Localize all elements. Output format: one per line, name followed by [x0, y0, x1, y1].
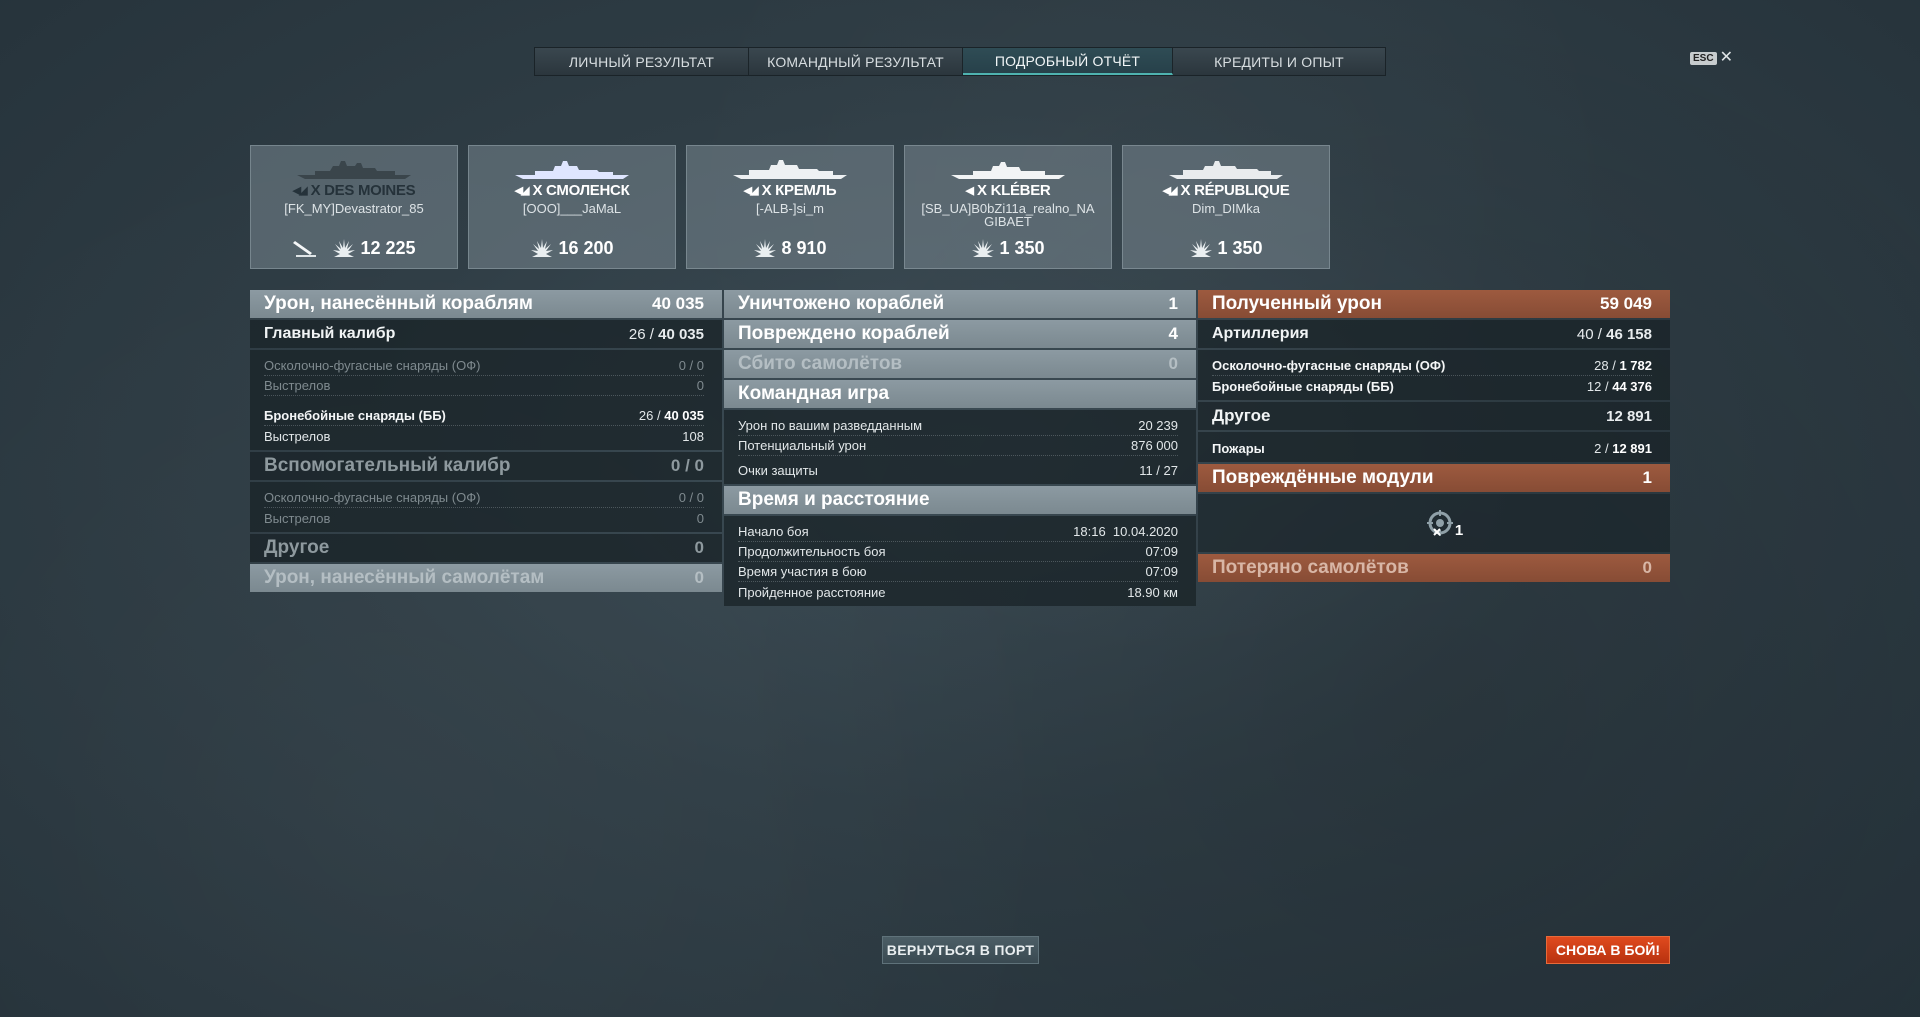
time-distance-details: Начало боя 18:16 10.04.2020 Продолжительн…	[724, 516, 1196, 606]
stat-line: Урон по вашим разведданным 20 239	[738, 416, 1178, 436]
tab-credits-xp[interactable]: КРЕДИТЫ И ОПЫТ	[1173, 48, 1385, 75]
ship-damage: 16 200	[469, 237, 675, 259]
main-battery-details: Осколочно-фугасные снаряды (ОФ) 0 / 0 Выс…	[250, 350, 722, 450]
close-icon: ✕	[1719, 49, 1733, 66]
module-damage-count: 1	[1454, 521, 1464, 539]
stat-line: Осколочно-фугасные снаряды (ОФ) 28 / 1 78…	[1212, 356, 1652, 376]
damage-splash-icon	[972, 239, 995, 257]
ship-card[interactable]: ◀◢ X DES MOINES [FK_MY]Devastrator_85 12…	[250, 145, 458, 269]
player-name: [FK_MY]Devastrator_85	[284, 201, 424, 216]
stat-line: Пожары 2 / 12 891	[1212, 441, 1652, 456]
stat-line: Бронебойные снаряды (ББ) 26 / 40 035	[264, 406, 704, 426]
battle-stats-column: Уничтожено кораблей 1 Повреждено кораблей…	[724, 290, 1196, 608]
time-distance-header: Время и расстояние	[724, 486, 1196, 514]
player-name: [OOO]___JaMaL	[522, 201, 622, 216]
damaged-modules-header: Повреждённые модули 1	[1198, 464, 1670, 492]
ship-damage: 1 350	[905, 237, 1111, 259]
stat-line: Выстрелов 0	[264, 511, 704, 526]
stat-line: Начало боя 18:16 10.04.2020	[738, 522, 1178, 542]
player-name: [-ALB-]si_m	[756, 201, 824, 216]
stat-line: Пройденное расстояние 18.90 км	[738, 585, 1178, 600]
plane-damage-header: Урон, нанесённый самолётам 0	[250, 564, 722, 592]
ship-damage: 12 225	[251, 237, 457, 259]
other-damage-row: Другое 0	[250, 534, 722, 562]
stat-line: Продолжительность боя 07:09	[738, 542, 1178, 562]
ship-name: ◀◢ X DES MOINES	[292, 182, 416, 199]
other-received-details: Пожары 2 / 12 891	[1198, 432, 1670, 462]
secondary-battery-row: Вспомогательный калибр 0 / 0	[250, 452, 722, 480]
return-to-port-button[interactable]: ВЕРНУТЬСЯ В ПОРТ	[882, 936, 1039, 964]
artillery-row: Артиллерия 40 / 46 158	[1198, 320, 1670, 348]
ship-silhouette-icon	[1169, 161, 1283, 179]
damaged-modules-list: 1	[1198, 494, 1670, 552]
cruiser-icon: ◀◢	[292, 185, 308, 197]
ships-destroyed-header: Уничтожено кораблей 1	[724, 290, 1196, 318]
planes-shot-header: Сбито самолётов 0	[724, 350, 1196, 378]
ship-name: ◀ X KLÉBER	[965, 182, 1051, 199]
stat-line: Потенциальный урон 876 000	[738, 436, 1178, 456]
player-name: Dim_DIMka	[1192, 201, 1260, 216]
tab-personal-result[interactable]: ЛИЧНЫЙ РЕЗУЛЬТАТ	[535, 48, 749, 75]
tab-detailed-report[interactable]: ПОДРОБНЫЙ ОТЧЁТ	[963, 48, 1173, 75]
tab-team-result[interactable]: КОМАНДНЫЙ РЕЗУЛЬТАТ	[749, 48, 963, 75]
ship-silhouette-icon	[733, 160, 847, 179]
ship-silhouette-icon	[297, 161, 411, 179]
stat-line: Осколочно-фугасные снаряды (ОФ) 0 / 0	[264, 488, 704, 508]
destroyer-icon: ◀	[965, 185, 975, 197]
main-battery-row: Главный калибр 26 / 40 035	[250, 320, 722, 348]
stat-line: Бронебойные снаряды (ББ) 12 / 44 376	[1212, 379, 1652, 394]
planes-lost-header: Потеряно самолётов 0	[1198, 554, 1670, 582]
ship-card[interactable]: ◀◢ X RÉPUBLIQUE Dim_DIMka 1 350	[1122, 145, 1330, 269]
stat-line: Выстрелов 108	[264, 429, 704, 444]
damage-splash-icon	[1190, 239, 1213, 257]
stat-line: Время участия в бою 07:09	[738, 562, 1178, 582]
received-damage-header: Полученный урон 59 049	[1198, 290, 1670, 318]
damage-received-column: Полученный урон 59 049 Артиллерия 40 / 46…	[1198, 290, 1670, 584]
damage-splash-icon	[754, 239, 777, 257]
player-name: [SB_UA]B0bZi11a_realno_NAGIBAET	[921, 201, 1095, 229]
secondary-details: Осколочно-фугасные снаряды (ОФ) 0 / 0 Выс…	[250, 482, 722, 532]
ships-damaged-header: Повреждено кораблей 4	[724, 320, 1196, 348]
other-received-row: Другое 12 891	[1198, 402, 1670, 430]
close-button[interactable]: ESC ✕	[1690, 50, 1733, 66]
cruiser-icon: ◀◢	[514, 185, 530, 197]
damage-splash-icon	[333, 239, 356, 257]
ship-cards: ◀◢ X DES MOINES [FK_MY]Devastrator_85 12…	[250, 145, 1330, 269]
battleship-icon: ◀◢	[743, 185, 759, 197]
ship-name: ◀◢ X КРЕМЛЬ	[743, 182, 837, 199]
steering-gear-module-icon	[1426, 510, 1453, 536]
ship-card[interactable]: ◀ X KLÉBER [SB_UA]B0bZi11a_realno_NAGIBA…	[904, 145, 1112, 269]
torpedo-icon	[293, 241, 317, 257]
ship-damage: 8 910	[687, 237, 893, 259]
stat-line: Очки защиты 11 / 27	[738, 463, 1178, 478]
ship-silhouette-icon	[515, 161, 629, 179]
ship-damage: 1 350	[1123, 237, 1329, 259]
ship-card[interactable]: ◀◢ X КРЕМЛЬ [-ALB-]si_m 8 910	[686, 145, 894, 269]
damage-dealt-column: Урон, нанесённый кораблям 40 035 Главный …	[250, 290, 722, 594]
damage-splash-icon	[531, 239, 554, 257]
stat-line: Осколочно-фугасные снаряды (ОФ) 0 / 0	[264, 356, 704, 376]
stat-line: Выстрелов 0	[264, 376, 704, 396]
team-play-header: Командная игра	[724, 380, 1196, 408]
ship-name: ◀◢ X RÉPUBLIQUE	[1162, 182, 1290, 199]
ship-silhouette-icon	[951, 162, 1065, 179]
ship-damage-header: Урон, нанесённый кораблям 40 035	[250, 290, 722, 318]
tab-bar: ЛИЧНЫЙ РЕЗУЛЬТАТ КОМАНДНЫЙ РЕЗУЛЬТАТ ПОД…	[534, 47, 1386, 76]
battleship-icon: ◀◢	[1162, 185, 1178, 197]
ship-card[interactable]: ◀◢ X СМОЛЕНСК [OOO]___JaMaL 16 200	[468, 145, 676, 269]
team-play-details: Урон по вашим разведданным 20 239 Потенци…	[724, 410, 1196, 484]
esc-key-icon: ESC	[1690, 51, 1717, 65]
ship-name: ◀◢ X СМОЛЕНСК	[514, 182, 630, 199]
artillery-details: Осколочно-фугасные снаряды (ОФ) 28 / 1 78…	[1198, 350, 1670, 400]
battle-again-button[interactable]: СНОВА В БОЙ!	[1546, 936, 1670, 964]
